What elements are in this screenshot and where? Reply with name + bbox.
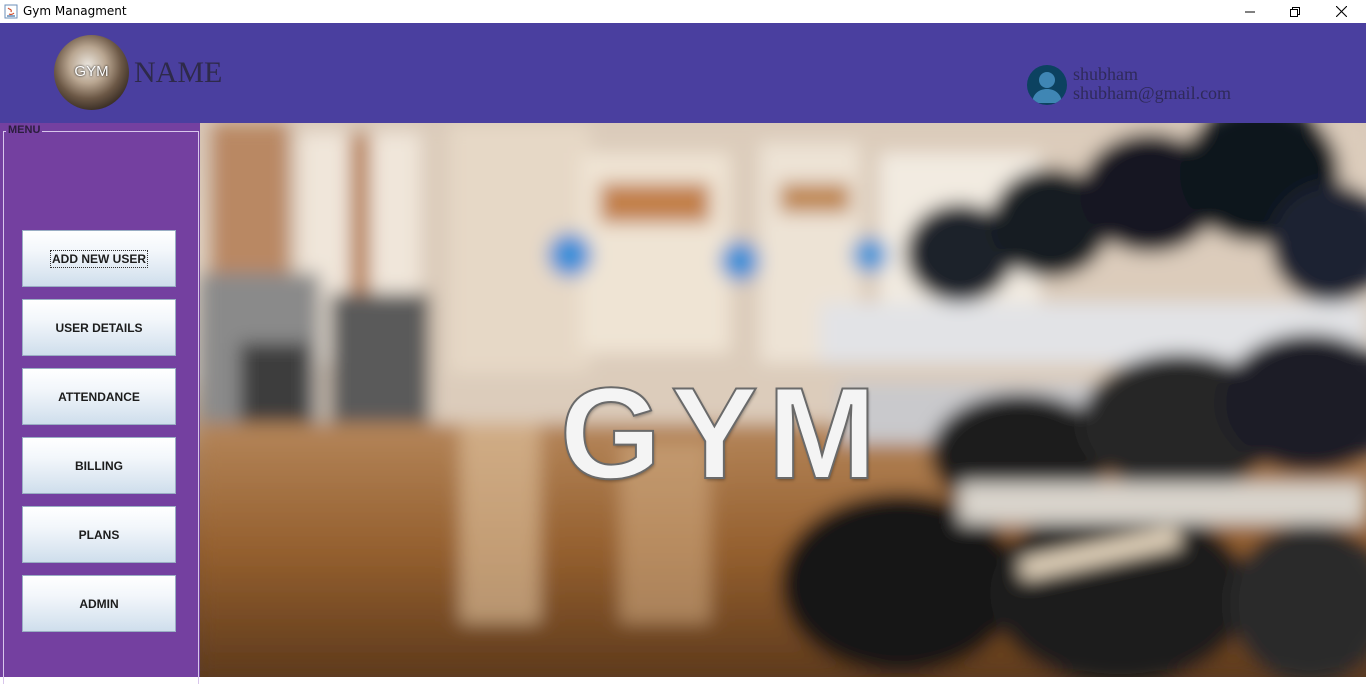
billing-label: BILLING (75, 458, 123, 473)
user-email: shubham@gmail.com (1073, 83, 1232, 103)
hero-title: GYM (559, 360, 887, 506)
user-name: shubham (1073, 64, 1138, 84)
add-new-user-label: ADD NEW USER (49, 249, 149, 268)
attendance-button[interactable]: ATTENDANCE (22, 368, 176, 425)
logo-text: GYM (74, 63, 109, 80)
menu-title: MENU (6, 124, 43, 136)
java-app-icon (4, 4, 18, 19)
hero-background-image: GYM (200, 123, 1366, 677)
gym-logo: GYM (54, 35, 129, 110)
restore-button[interactable] (1272, 0, 1318, 23)
user-silhouette-icon (1032, 72, 1062, 103)
user-avatar-icon (1027, 65, 1067, 105)
minimize-button[interactable] (1227, 0, 1273, 23)
plans-label: PLANS (78, 527, 120, 542)
window-title: Gym Managment (23, 4, 127, 18)
title-bar: Gym Managment (0, 0, 1366, 23)
billing-button[interactable]: BILLING (22, 437, 176, 494)
restore-icon (1290, 6, 1300, 17)
attendance-label: ATTENDANCE (58, 389, 140, 404)
admin-label: ADMIN (79, 596, 119, 611)
add-new-user-button[interactable]: ADD NEW USER (22, 230, 176, 287)
user-details-button[interactable]: USER DETAILS (22, 299, 176, 356)
header-bar: GYM NAME shubham shubham@gmail.com (0, 23, 1366, 123)
sidebar-menu: MENU ADD NEW USER USER DETAILS ATTENDANC… (0, 123, 200, 684)
admin-button[interactable]: ADMIN (22, 575, 176, 632)
brand-name: NAME (134, 56, 223, 89)
minimize-icon (1245, 11, 1255, 12)
user-details-label: USER DETAILS (55, 320, 143, 335)
close-button[interactable] (1318, 0, 1364, 23)
close-icon (1335, 6, 1347, 17)
plans-button[interactable]: PLANS (22, 506, 176, 563)
